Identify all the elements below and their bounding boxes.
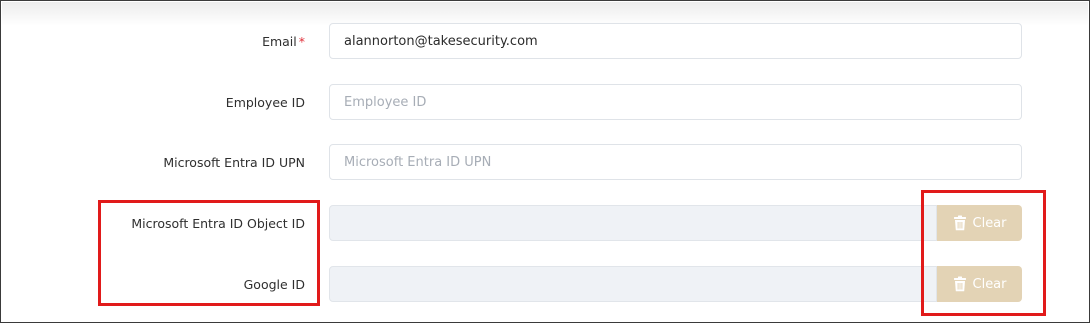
email-label: Email *: [262, 23, 305, 61]
form-panel: Email* Employee ID Microsoft Entra ID UP…: [0, 0, 1090, 323]
google-id-field: [329, 266, 937, 302]
employee-id-label: Employee ID: [225, 95, 305, 110]
entra-upn-label: Microsoft Entra ID UPN: [163, 155, 305, 170]
entra-object-id-field: [329, 205, 937, 241]
clear-buttons-highlight-box: [921, 190, 1046, 316]
label-highlight-box: [98, 200, 320, 306]
employee-id-field[interactable]: [329, 84, 1022, 120]
email-field[interactable]: [329, 23, 1022, 59]
entra-upn-field[interactable]: [329, 144, 1022, 180]
email-label-text: Email: [262, 34, 297, 49]
required-asterisk: *: [298, 34, 305, 49]
